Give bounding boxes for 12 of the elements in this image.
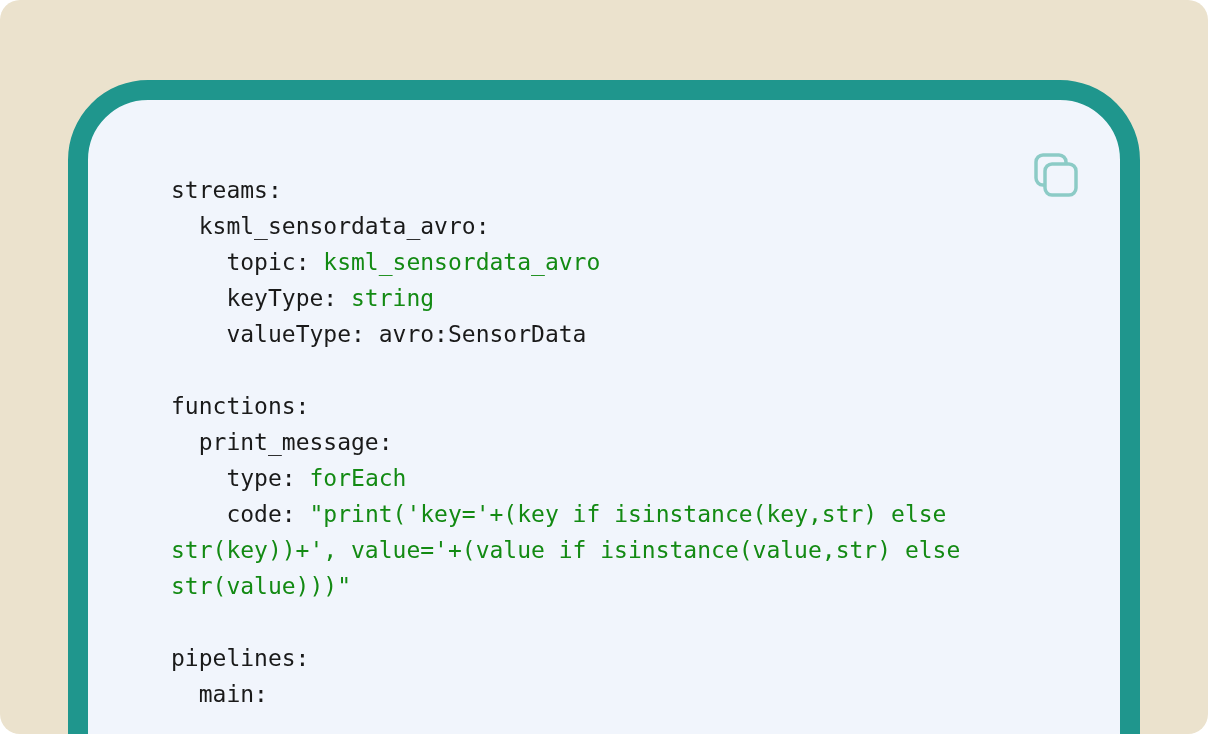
code-line: type: forEach bbox=[225, 464, 408, 493]
code-line: pipelines: bbox=[171, 644, 311, 673]
code-line: valueType: avro:SensorData bbox=[225, 320, 588, 349]
code-line: functions: bbox=[171, 392, 311, 421]
code-line: code: "print('key='+(key if isinstance(key,str) else str(key))+', value='+(value if isinstance(value,str) else str(value)))" bbox=[171, 500, 962, 601]
code-line: keyType: string bbox=[225, 284, 436, 313]
code-line: topic: ksml_sensordata_avro bbox=[225, 248, 602, 278]
code-line: print_message: bbox=[197, 428, 394, 458]
code-line: streams: bbox=[171, 176, 283, 205]
copy-icon[interactable] bbox=[1034, 153, 1078, 197]
code-line: main: bbox=[197, 680, 269, 709]
code-line: ksml_sensordata_avro: bbox=[197, 212, 491, 242]
